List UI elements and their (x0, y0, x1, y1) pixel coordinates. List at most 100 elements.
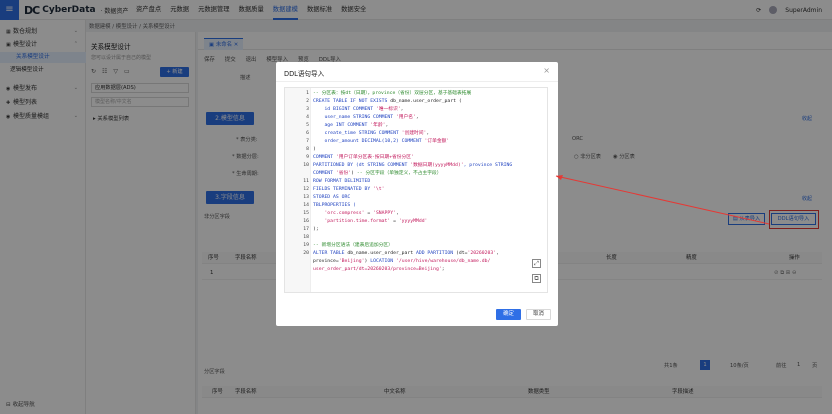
line-number: 16 (303, 219, 309, 224)
code-token: ); (313, 227, 319, 232)
code-line: -- 新增分区语法（建表后追加分区） (313, 242, 393, 250)
code-token: FIELDS TERMINATED BY (313, 187, 374, 192)
code-token: ALTER TABLE (313, 251, 348, 256)
line-number: 20 (303, 251, 309, 256)
code-token: , (395, 211, 399, 216)
code-line: province='Beijing') LOCATION '/user/hive… (313, 258, 490, 266)
dialog-divider (276, 81, 558, 82)
code-token: province= (313, 259, 339, 264)
code-token: 'Beijing' (338, 259, 365, 264)
line-number: 13 (303, 195, 309, 200)
code-token: 'yyyyMMdd' (398, 219, 428, 224)
dialog-title: DDL语句导入 (284, 70, 325, 78)
code-token: '数据日期(yyyyMMdd)' (410, 163, 464, 168)
line-number: 5 (306, 123, 309, 128)
line-number: 9 (306, 155, 309, 160)
line-number: 12 (303, 187, 309, 192)
code-token: 'orc.compress' (313, 211, 365, 216)
line-number: 8 (306, 147, 309, 152)
code-token: db_name.user_order_part (347, 251, 416, 256)
code-line: ROW FORMAT DELIMITED (313, 178, 370, 186)
copy-icon[interactable]: ⧉ (532, 274, 541, 283)
cancel-button[interactable]: 取消 (526, 309, 551, 320)
code-token: -- 分区表：按dt（日期），province（省份）双层分区，基于基础表拓展 (313, 91, 472, 96)
line-number: 14 (303, 203, 309, 208)
code-line: COMMENT '省份') -- 分区字段（单独定义，不占主字段） (313, 170, 441, 178)
code-token: '20260203' (467, 251, 497, 256)
code-token: , (426, 131, 430, 136)
code-token: ROW FORMAT DELIMITED (313, 179, 371, 184)
code-line: ); (313, 226, 319, 234)
code-line: COMMENT '用户订单分区表-按日期+省份分区' (313, 154, 414, 162)
code-line: 'partition.time.format' = 'yyyyMMdd' (313, 218, 427, 226)
line-number: 1 (306, 91, 309, 96)
ddl-import-dialog: DDL语句导入 × 1 -- 分区表：按dt（日期），province（省份）双层… (276, 62, 558, 326)
code-token: order_amount DECIMAL(10,2) COMMENT (313, 139, 425, 144)
code-token: '唯一标识' (375, 107, 401, 112)
line-number: 6 (306, 131, 309, 136)
code-token: age INT COMMENT (313, 123, 371, 128)
code-line: FIELDS TERMINATED BY '\t' (313, 186, 385, 194)
code-token: TBLPROPERTIES ( (313, 203, 356, 208)
code-line: STORED AS ORC (313, 194, 350, 202)
code-line: -- 分区表：按dt（日期），province（省份）双层分区，基于基础表拓展 (313, 90, 471, 98)
line-number: 11 (303, 179, 309, 184)
close-icon[interactable]: × (543, 66, 550, 75)
line-number: 18 (303, 235, 309, 240)
code-token: user_name STRING COMMENT (313, 115, 396, 120)
code-line: user_name STRING COMMENT '用户名', (313, 114, 419, 122)
code-line: 'orc.compress' = 'SNAPPY', (313, 210, 399, 218)
code-token: user_order_part/dt=20260203/province=Bei… (313, 267, 442, 272)
code-token: '省份' (335, 171, 352, 176)
code-token: db_name.user_order_part ( (390, 99, 462, 104)
code-line: user_order_part/dt=20260203/province=Bei… (313, 266, 445, 274)
code-token: , (415, 115, 419, 120)
code-line: CREATE TABLE IF NOT EXISTS db_name.user_… (313, 98, 462, 106)
ddl-code-editor[interactable]: 1 -- 分区表：按dt（日期），province（省份）双层分区，基于基础表拓展… (284, 87, 548, 293)
code-line: create_time STRING COMMENT '创建时间', (313, 130, 429, 138)
code-token: ADD PARTITION (415, 251, 457, 256)
code-token: = (390, 219, 399, 224)
code-token: , (385, 123, 389, 128)
code-token: , (496, 251, 499, 256)
line-number: 2 (306, 99, 309, 104)
code-token: '用户名' (395, 115, 416, 120)
code-token: COMMENT (313, 155, 336, 160)
code-token: CREATE TABLE IF NOT EXISTS (313, 99, 391, 104)
code-token: id BIGINT COMMENT (313, 107, 376, 112)
code-token: '年龄' (370, 123, 386, 128)
code-token: ; (441, 267, 445, 272)
code-token: 'SNAPPY' (373, 211, 396, 216)
code-token: '创建时间' (401, 131, 427, 136)
code-token: -- 分区字段（单独定义，不占主字段） (356, 171, 442, 176)
code-token: ) (313, 147, 316, 152)
code-token: '/user/hive/warehouse/db_name.db/ (395, 259, 491, 264)
code-token: COMMENT (313, 171, 336, 176)
code-token: -- 新增分区语法（建表后追加分区） (313, 243, 393, 248)
code-token: PARTITIONED BY (dt STRING COMMENT (313, 163, 411, 168)
line-number: 3 (306, 107, 309, 112)
code-token: '用户订单分区表-按日期+省份分区' (335, 155, 414, 160)
code-token: '\t' (373, 187, 385, 192)
code-line: ) (313, 146, 316, 154)
code-token: (dt= (456, 251, 468, 256)
confirm-button[interactable]: 确定 (496, 309, 521, 320)
code-line: age INT COMMENT '年龄', (313, 122, 388, 130)
code-token: 'partition.time.format' (313, 219, 391, 224)
code-line: id BIGINT COMMENT '唯一标识', (313, 106, 404, 114)
line-number: 7 (306, 139, 309, 144)
code-line: order_amount DECIMAL(10,2) COMMENT '订单金额… (313, 138, 449, 146)
code-token: LOCATION (370, 259, 396, 264)
code-token: , province STRING (463, 163, 513, 168)
line-number: 17 (303, 227, 309, 232)
code-token: '订单金额' (424, 139, 450, 144)
code-token: create_time STRING COMMENT (313, 131, 402, 136)
code-token: , (400, 107, 404, 112)
code-token: STORED AS ORC (313, 195, 351, 200)
fullscreen-icon[interactable]: ⤢ (532, 259, 541, 268)
line-number: 19 (303, 243, 309, 248)
code-token: = (364, 211, 374, 216)
code-line: TBLPROPERTIES ( (313, 202, 356, 210)
code-line: ALTER TABLE db_name.user_order_part ADD … (313, 250, 499, 258)
line-number: 10 (303, 163, 309, 168)
